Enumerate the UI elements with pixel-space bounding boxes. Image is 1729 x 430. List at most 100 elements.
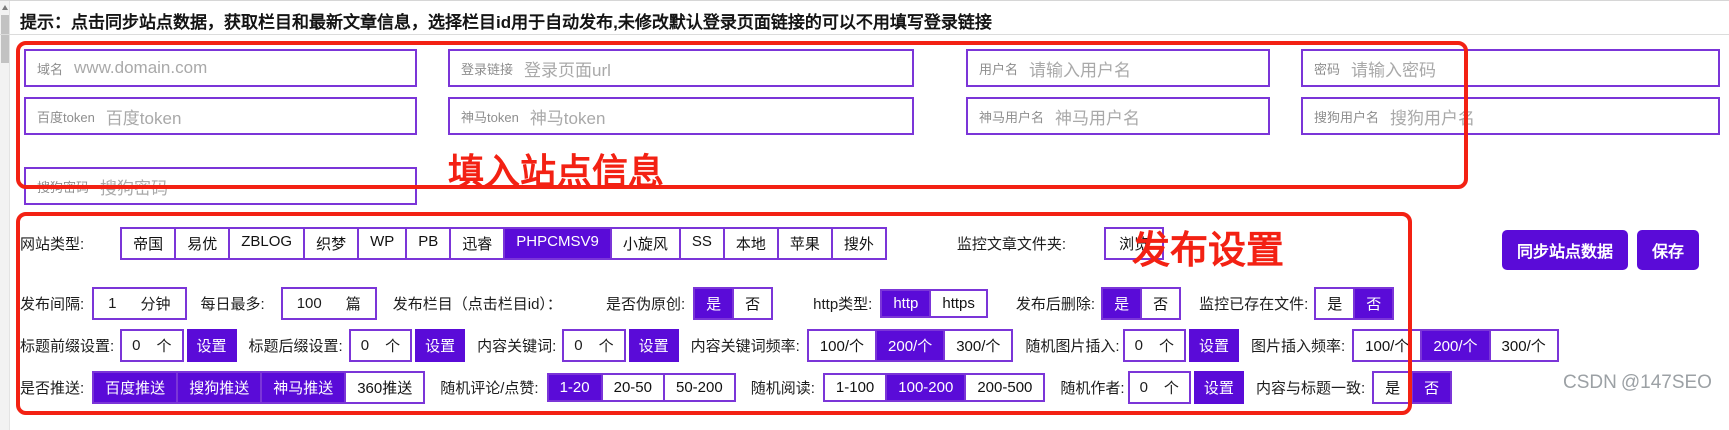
monitor-existing-toggle-option-0[interactable]: 是 [1316, 289, 1353, 318]
content-keywords-label: 内容关键词: [477, 335, 556, 356]
baidu-token-field[interactable]: 百度token 百度token [24, 97, 417, 135]
image-freq-toggle[interactable]: 100/个200/个300/个 [1352, 329, 1559, 362]
login-url-label: 登录链接 [461, 59, 513, 78]
title-match-toggle[interactable]: 是否 [1372, 371, 1452, 404]
random-image-input[interactable]: 0 个 [1123, 329, 1186, 362]
content-keywords-set-button[interactable]: 设置 [629, 329, 679, 362]
delete-after-toggle-option-1[interactable]: 否 [1140, 289, 1179, 318]
shenma-token-field[interactable]: 神马token 神马token [448, 97, 914, 135]
random-reads-toggle-option-2[interactable]: 200-500 [964, 375, 1043, 400]
http-type-toggle-option-1[interactable]: https [929, 291, 986, 316]
delete-after-toggle-option-0[interactable]: 是 [1103, 289, 1140, 318]
interval-value: 1 [108, 295, 116, 312]
push-toggle[interactable]: 百度推送搜狗推送神马推送360推送 [92, 371, 425, 404]
interval-input[interactable]: 1 分钟 [92, 287, 186, 320]
password-placeholder: 请输入密码 [1351, 56, 1436, 81]
column-id-label: 发布栏目（点击栏目id）： [393, 293, 562, 314]
site-type-selector-option-9[interactable]: SS [679, 229, 723, 258]
daily-max-label: 每日最多: [201, 293, 265, 314]
keyword-freq-label: 内容关键词频率: [691, 335, 800, 356]
title-match-label: 内容与标题一致: [1256, 377, 1365, 398]
csdn-watermark-handle: @147SEO [1621, 372, 1712, 393]
keyword-freq-toggle-option-1[interactable]: 200/个 [875, 331, 943, 360]
random-comments-toggle[interactable]: 1-2020-5050-200 [547, 373, 736, 402]
site-type-selector-option-5[interactable]: PB [405, 229, 449, 258]
site-type-selector-option-3[interactable]: 织梦 [303, 229, 357, 258]
browse-button[interactable]: 浏览 [1104, 227, 1164, 260]
password-label: 密码 [1314, 59, 1340, 78]
random-comments-toggle-option-2[interactable]: 50-200 [663, 375, 734, 400]
divider [0, 34, 1729, 35]
daily-max-input[interactable]: 100 篇 [281, 287, 377, 320]
title-match-toggle-option-0[interactable]: 是 [1374, 373, 1411, 402]
title-prefix-set-button[interactable]: 设置 [187, 329, 237, 362]
title-suffix-label: 标题后缀设置: [249, 335, 343, 356]
site-type-selector-option-8[interactable]: 小旋风 [610, 229, 679, 258]
random-comments-toggle-option-0[interactable]: 1-20 [549, 375, 601, 400]
site-type-selector-option-0[interactable]: 帝国 [122, 229, 174, 258]
username-field[interactable]: 用户名 请输入用户名 [966, 49, 1270, 87]
keyword-freq-toggle-option-0[interactable]: 100/个 [809, 331, 875, 360]
random-author-input[interactable]: 0 个 [1128, 371, 1191, 404]
csdn-watermark-brand: CSDN [1563, 372, 1617, 393]
random-image-label: 随机图片插入: [1025, 335, 1119, 356]
shenma-username-field[interactable]: 神马用户名 神马用户名 [966, 97, 1270, 135]
pseudo-original-toggle-option-1[interactable]: 否 [732, 289, 771, 318]
login-url-field[interactable]: 登录链接 登录页面url [448, 49, 914, 87]
sync-site-data-button[interactable]: 同步站点数据 [1502, 230, 1628, 270]
random-author-unit: 个 [1164, 377, 1179, 398]
title-suffix-input[interactable]: 0 个 [349, 329, 412, 362]
random-author-set-button[interactable]: 设置 [1194, 371, 1244, 404]
image-freq-toggle-option-2[interactable]: 300/个 [1489, 331, 1557, 360]
site-type-row: 网站类型: 帝国易优ZBLOG织梦WPPB迅睿PHPCMSV9小旋风SS本地苹果… [20, 227, 1164, 260]
push-toggle-option-1[interactable]: 搜狗推送 [176, 373, 260, 402]
login-url-placeholder: 登录页面url [524, 56, 611, 81]
scroll-up-icon[interactable] [2, 5, 8, 10]
site-type-selector-option-11[interactable]: 苹果 [777, 229, 831, 258]
sogou-password-field[interactable]: 搜狗密码 搜狗密码 [24, 167, 417, 205]
http-type-toggle[interactable]: httphttps [880, 289, 988, 318]
push-toggle-option-2[interactable]: 神马推送 [260, 373, 344, 402]
pseudo-original-toggle[interactable]: 是否 [693, 287, 773, 320]
title-match-toggle-option-1[interactable]: 否 [1411, 373, 1450, 402]
random-comments-toggle-option-1[interactable]: 20-50 [601, 375, 663, 400]
scrollbar-thumb[interactable] [1, 15, 9, 63]
monitor-existing-toggle-option-1[interactable]: 否 [1353, 289, 1392, 318]
site-type-selector[interactable]: 帝国易优ZBLOG织梦WPPB迅睿PHPCMSV9小旋风SS本地苹果搜外 [120, 227, 887, 260]
title-suffix-set-button[interactable]: 设置 [415, 329, 465, 362]
random-image-set-button[interactable]: 设置 [1189, 329, 1239, 362]
keyword-freq-toggle-option-2[interactable]: 300/个 [943, 331, 1011, 360]
pseudo-original-label: 是否伪原创: [606, 293, 685, 314]
keyword-freq-toggle[interactable]: 100/个200/个300/个 [807, 329, 1014, 362]
push-toggle-option-0[interactable]: 百度推送 [94, 373, 176, 402]
site-type-selector-option-12[interactable]: 搜外 [831, 229, 885, 258]
site-type-selector-option-6[interactable]: 迅睿 [449, 229, 503, 258]
monitor-existing-toggle[interactable]: 是否 [1314, 287, 1394, 320]
random-reads-toggle[interactable]: 1-100100-200200-500 [823, 373, 1046, 402]
password-field[interactable]: 密码 请输入密码 [1301, 49, 1720, 87]
image-freq-toggle-option-0[interactable]: 100/个 [1354, 331, 1420, 360]
http-type-toggle-option-0[interactable]: http [882, 291, 929, 316]
csdn-watermark: CSDN@147SEO [1563, 372, 1716, 394]
save-button[interactable]: 保存 [1637, 230, 1699, 270]
baidu-token-label: 百度token [37, 107, 95, 126]
delete-after-toggle[interactable]: 是否 [1101, 287, 1181, 320]
site-type-selector-option-2[interactable]: ZBLOG [228, 229, 303, 258]
title-suffix-value: 0 [361, 337, 369, 354]
content-keywords-input[interactable]: 0 个 [562, 329, 625, 362]
site-type-selector-option-4[interactable]: WP [357, 229, 405, 258]
site-type-selector-option-10[interactable]: 本地 [723, 229, 777, 258]
left-scrollbar[interactable] [0, 1, 10, 430]
random-reads-toggle-option-0[interactable]: 1-100 [825, 375, 885, 400]
random-reads-toggle-option-1[interactable]: 100-200 [885, 375, 964, 400]
sogou-username-field[interactable]: 搜狗用户名 搜狗用户名 [1301, 97, 1720, 135]
pseudo-original-toggle-option-0[interactable]: 是 [695, 289, 732, 318]
title-prefix-input[interactable]: 0 个 [120, 329, 183, 362]
random-author-value: 0 [1140, 379, 1148, 396]
site-type-selector-option-7[interactable]: PHPCMSV9 [503, 229, 610, 258]
push-toggle-option-3[interactable]: 360推送 [344, 373, 423, 402]
site-type-selector-option-1[interactable]: 易优 [174, 229, 228, 258]
domain-field[interactable]: 域名 www.domain.com [24, 49, 417, 87]
content-keywords-value: 0 [574, 337, 582, 354]
image-freq-toggle-option-1[interactable]: 200/个 [1420, 331, 1488, 360]
